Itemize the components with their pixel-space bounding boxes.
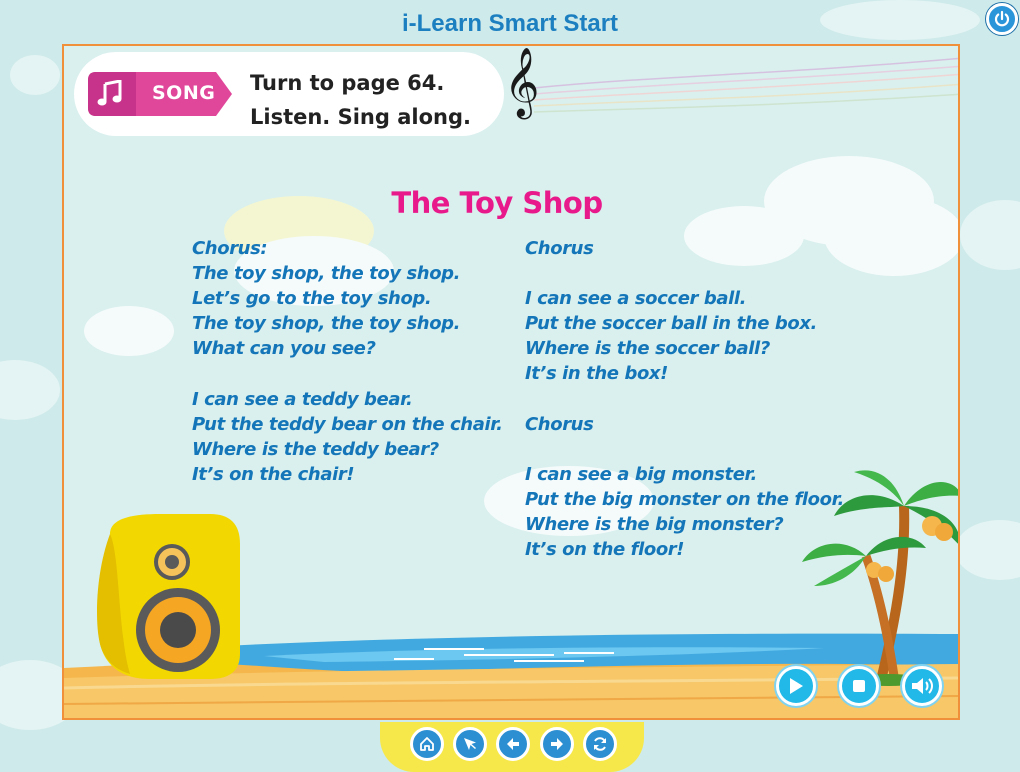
song-tag-label: SONG <box>152 82 216 104</box>
lyric-line: What can you see? <box>192 338 376 360</box>
background-cloud <box>0 360 60 420</box>
lyric-line: Where is the soccer ball? <box>525 338 770 360</box>
instruction-banner: SONG Turn to page 64. Listen. Sing along… <box>74 52 504 136</box>
lyric-line: Put the soccer ball in the box. <box>525 313 817 335</box>
volume-icon <box>912 678 933 694</box>
refresh-button[interactable] <box>583 727 617 761</box>
lyric-line <box>525 387 844 412</box>
music-staff-lines <box>534 57 958 113</box>
palm-trees-illustration <box>802 470 958 686</box>
play-button[interactable] <box>776 666 816 706</box>
lyric-line: Let’s go to the toy shop. <box>192 288 432 310</box>
song-activity-panel: SONG Turn to page 64. Listen. Sing along… <box>62 44 960 720</box>
lyric-line: The toy shop, the toy shop. <box>192 263 461 285</box>
lyric-line: It’s in the box! <box>525 363 668 385</box>
refresh-icon <box>594 737 606 751</box>
lyric-line: Chorus <box>525 413 594 435</box>
pointer-icon <box>464 738 476 750</box>
power-icon <box>994 10 1010 27</box>
app-title: i-Learn Smart Start <box>401 10 619 37</box>
song-title: The Toy Shop <box>391 186 603 220</box>
volume-button[interactable] <box>902 666 942 706</box>
lyric-line <box>525 437 844 462</box>
instruction-text: Turn to page 64. Listen. Sing along. <box>250 66 471 134</box>
instruction-line-2: Listen. Sing along. <box>250 105 471 129</box>
home-icon <box>420 737 434 751</box>
lyric-line: The toy shop, the toy shop. <box>192 313 461 335</box>
lyric-line <box>192 361 503 386</box>
music-note-icon <box>97 80 122 106</box>
power-button[interactable] <box>986 3 1018 35</box>
background-cloud <box>10 55 60 95</box>
pointer-button[interactable] <box>453 727 487 761</box>
background-cloud <box>955 520 1020 580</box>
lyric-line: Chorus <box>525 238 594 259</box>
speaker-illustration <box>97 514 240 679</box>
lyric-line: Put the teddy bear on the chair. <box>192 413 503 435</box>
lyric-line: Chorus: <box>192 238 268 259</box>
treble-clef-icon: 𝄞 <box>504 47 540 117</box>
lyrics-left-column: Chorus: The toy shop, the toy shop. Let’… <box>192 236 503 487</box>
back-button[interactable] <box>496 727 530 761</box>
lyric-line: It’s on the chair! <box>192 463 355 485</box>
play-icon <box>790 678 803 694</box>
lyric-line: I can see a teddy bear. <box>192 388 413 410</box>
background-cloud <box>960 200 1020 270</box>
back-arrow-icon <box>507 738 519 750</box>
stop-icon <box>853 680 865 692</box>
lyric-line: I can see a soccer ball. <box>525 288 747 310</box>
next-button[interactable] <box>540 727 574 761</box>
instruction-line-1: Turn to page 64. <box>250 71 445 95</box>
lyric-line <box>525 261 844 286</box>
home-button[interactable] <box>410 727 444 761</box>
stop-button[interactable] <box>839 666 879 706</box>
next-arrow-icon <box>551 738 563 750</box>
cloud <box>84 306 174 356</box>
lyric-line: Where is the teddy bear? <box>192 438 439 460</box>
